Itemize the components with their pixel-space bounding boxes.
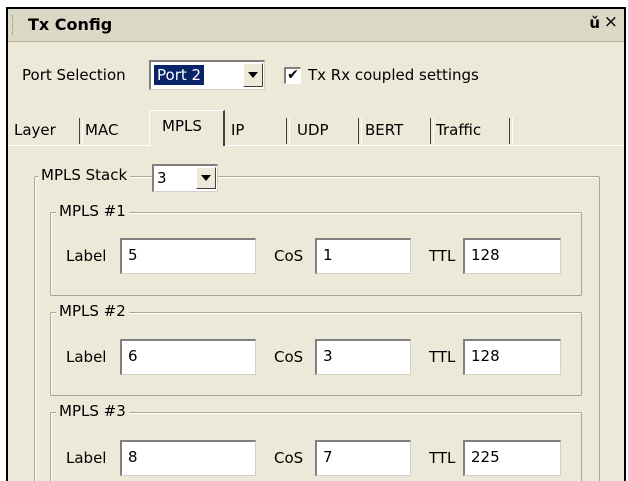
tab-strip: Layer MAC MPLS IP UDP BERT Traffic [8,110,624,146]
mpls-3-label-caption: Label [66,449,107,467]
tab-ip[interactable]: IP [225,115,290,145]
mpls-3-label-input[interactable]: 8 [120,440,256,476]
tab-traffic[interactable]: Traffic [430,115,513,145]
mpls-2-label-caption: Label [66,348,107,366]
close-icon[interactable]: × [604,12,618,32]
tab-udp[interactable]: UDP [291,115,362,145]
mpls-2-label-input[interactable]: 6 [120,339,256,375]
mpls-2-ttl-input[interactable]: 128 [463,339,561,375]
mpls-1-label-input[interactable]: 5 [120,238,256,274]
mpls-1-title: MPLS #1 [56,202,129,220]
mpls-3-cos-input[interactable]: 7 [315,440,411,476]
mpls-stack-value: 3 [157,169,167,187]
mpls-stack-label: MPLS Stack [38,166,131,184]
tab-baseline [8,145,624,146]
mpls-3-ttl-input[interactable]: 225 [463,440,561,476]
mpls-stack-dropdown[interactable]: 3 [152,164,218,192]
chevron-down-icon[interactable] [196,167,216,189]
mpls-1-cos-caption: CoS [274,247,304,265]
port-selection-label: Port Selection [22,66,126,84]
mpls-1-ttl-input[interactable]: 128 [463,238,561,274]
mpls-3-title: MPLS #3 [56,402,129,420]
mpls-1-cos-input[interactable]: 1 [315,238,411,274]
drag-grip-icon[interactable] [12,15,16,35]
tab-bert[interactable]: BERT [359,115,434,145]
tx-rx-coupled-checkbox[interactable]: ✔ [284,67,301,84]
port-selection-value: Port 2 [154,65,205,85]
mpls-2-title: MPLS #2 [56,302,129,320]
tab-mpls[interactable]: MPLS [149,110,225,146]
mpls-2-ttl-caption: TTL [429,348,456,366]
mpls-1-ttl-caption: TTL [429,247,456,265]
mpls-2-cos-input[interactable]: 3 [315,339,411,375]
tx-rx-coupled-label[interactable]: Tx Rx coupled settings [308,66,479,84]
mpls-2-cos-caption: CoS [274,348,304,366]
port-selection-dropdown[interactable]: Port 2 [149,60,265,90]
panel-title: Tx Config [28,15,113,34]
chevron-down-icon[interactable] [243,63,263,87]
pin-icon[interactable]: ǔ [589,14,600,32]
tab-mac[interactable]: MAC [79,115,154,145]
tab-layer[interactable]: Layer [8,115,83,145]
title-bar[interactable]: Tx Config ǔ × [8,9,624,42]
mpls-3-ttl-caption: TTL [429,449,456,467]
tx-config-panel: Tx Config ǔ × Port Selection Port 2 ✔ Tx… [6,7,626,481]
mpls-1-label-caption: Label [66,247,107,265]
mpls-3-cos-caption: CoS [274,449,304,467]
